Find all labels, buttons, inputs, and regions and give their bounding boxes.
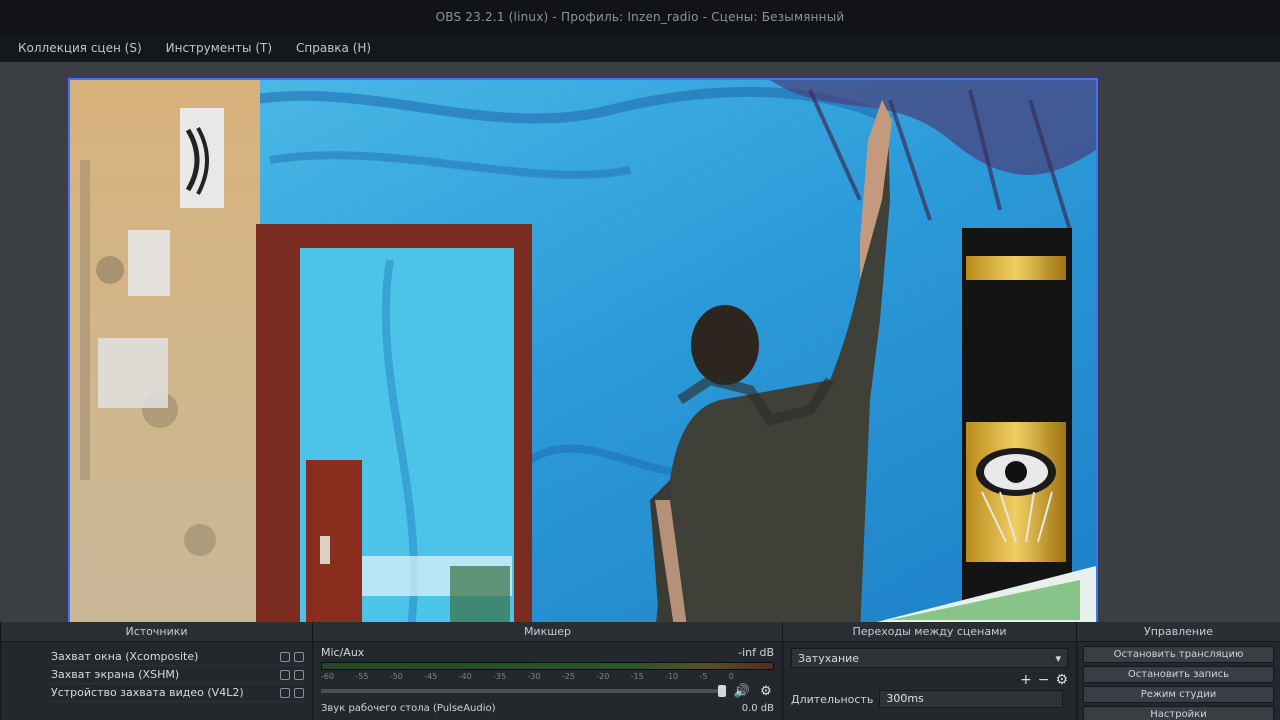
preview-video-frame	[70, 80, 1096, 634]
channel-level: -inf dB	[738, 646, 774, 659]
controls-dock-title: Управление	[1077, 622, 1280, 642]
menu-bar: Коллекция сцен (S) Инструменты (T) Справ…	[0, 34, 1280, 62]
sources-dock: Источники Захват окна (Xcomposite) Захва…	[0, 622, 312, 720]
sources-dock-title: Источники	[1, 622, 312, 642]
remove-icon[interactable]: −	[1038, 672, 1050, 688]
menu-help[interactable]: Справка (H)	[296, 41, 371, 55]
mixer-dock: Микшер Mic/Aux -inf dB -60 -55 -50 -45 -40 -3…	[312, 622, 782, 720]
lock-icon[interactable]	[294, 669, 304, 680]
menu-tools[interactable]: Инструменты (T)	[166, 41, 272, 55]
source-name: Захват экрана (XSHM)	[51, 668, 180, 681]
add-icon[interactable]: +	[1020, 672, 1032, 688]
list-item[interactable]: Устройство захвата видео (V4L2)	[51, 684, 304, 702]
controls-dock: Управление Остановить трансляцию Останов…	[1076, 622, 1280, 720]
transitions-dock: Переходы между сценами Затухание ▾ + − ⚙…	[782, 622, 1076, 720]
list-item[interactable]: Захват окна (Xcomposite)	[51, 648, 304, 666]
volume-knob[interactable]	[718, 685, 726, 697]
audio-meter	[321, 662, 774, 670]
channel-level: 0.0 dB	[741, 703, 774, 714]
mixer-dock-title: Микшер	[313, 622, 782, 642]
duration-label: Длительность	[791, 692, 874, 706]
docks-panel: Источники Захват окна (Xcomposite) Захва…	[0, 622, 1280, 720]
window-titlebar: OBS 23.2.1 (linux) - Профиль: Inzen_radi…	[0, 0, 1280, 34]
scene-preview[interactable]	[68, 78, 1098, 636]
gear-icon[interactable]: ⚙	[1055, 672, 1068, 688]
source-name: Захват окна (Xcomposite)	[51, 650, 199, 663]
eye-icon[interactable]	[280, 687, 290, 698]
speaker-icon[interactable]: 🔊	[734, 683, 750, 699]
duration-input[interactable]: 300ms	[879, 690, 1064, 708]
channel-name: Звук рабочего стола (PulseAudio)	[321, 703, 496, 714]
mixer-channel: Mic/Aux -inf dB -60 -55 -50 -45 -40 -35 -30 -25…	[313, 642, 782, 714]
lock-icon[interactable]	[294, 651, 304, 662]
lock-icon[interactable]	[294, 687, 304, 698]
meter-ticks: -60 -55 -50 -45 -40 -35 -30 -25 -20 -15 -10 -5 0	[321, 672, 734, 681]
stop-recording-button[interactable]: Остановить запись	[1083, 666, 1274, 683]
studio-mode-button[interactable]: Режим студии	[1083, 686, 1274, 703]
window-title: OBS 23.2.1 (linux) - Профиль: Inzen_radi…	[435, 10, 845, 24]
settings-button[interactable]: Настройки	[1083, 706, 1274, 720]
stop-streaming-button[interactable]: Остановить трансляцию	[1083, 646, 1274, 663]
menu-scene-collection[interactable]: Коллекция сцен (S)	[18, 41, 142, 55]
eye-icon[interactable]	[280, 669, 290, 680]
list-item[interactable]: Захват экрана (XSHM)	[51, 666, 304, 684]
transition-selected: Затухание	[798, 651, 860, 665]
volume-slider[interactable]	[321, 685, 726, 697]
sources-list: Захват окна (Xcomposite) Захват экрана (…	[1, 642, 312, 702]
transitions-dock-title: Переходы между сценами	[783, 622, 1076, 642]
channel-name: Mic/Aux	[321, 646, 365, 659]
transition-select[interactable]: Затухание ▾	[791, 648, 1068, 668]
chevron-down-icon: ▾	[1055, 651, 1061, 665]
gear-icon[interactable]: ⚙	[758, 683, 774, 699]
source-name: Устройство захвата видео (V4L2)	[51, 686, 244, 699]
eye-icon[interactable]	[280, 651, 290, 662]
